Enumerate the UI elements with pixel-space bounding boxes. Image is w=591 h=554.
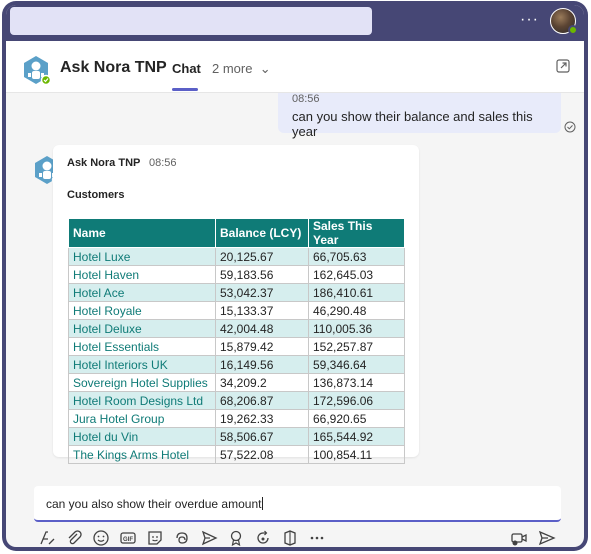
sales-cell: 186,410.61 — [308, 283, 405, 302]
table-row: Hotel Deluxe 42,004.48 110,005.36 — [68, 319, 405, 338]
compose-toolbar: GIF — [6, 525, 584, 547]
send-icon[interactable] — [538, 529, 556, 547]
more-icon[interactable] — [308, 529, 326, 547]
balance-cell: 58,506.67 — [215, 427, 309, 446]
column-header: Sales This Year — [308, 218, 405, 248]
sales-cell: 46,290.48 — [308, 301, 405, 320]
bot-message-card: Ask Nora TNP 08:56 Customers Name Balanc… — [53, 145, 419, 464]
balance-cell: 15,133.37 — [215, 301, 309, 320]
popout-icon[interactable] — [556, 59, 570, 73]
table-row: Hotel Essentials 15,879.42 152,257.87 — [68, 337, 405, 356]
chat-title: Ask Nora TNP — [60, 59, 167, 76]
balance-cell: 59,183.56 — [215, 265, 309, 284]
balance-cell: 68,206.87 — [215, 391, 309, 410]
loop-icon[interactable] — [173, 529, 191, 547]
compose-box[interactable]: can you also show their overdue amount — [34, 486, 561, 522]
search-input[interactable] — [10, 7, 372, 35]
customer-name-cell: Hotel Luxe — [68, 247, 216, 266]
video-icon[interactable] — [510, 529, 528, 547]
sales-cell: 152,257.87 — [308, 337, 405, 356]
sales-cell: 100,854.11 — [308, 445, 405, 464]
gif-icon[interactable]: GIF — [119, 529, 137, 547]
sales-cell: 172,596.06 — [308, 391, 405, 410]
sales-cell: 162,645.03 — [308, 265, 405, 284]
table-row: Hotel Royale 15,133.37 46,290.48 — [68, 301, 405, 320]
tab-more-dropdown[interactable]: 2 more ⌄ — [212, 61, 271, 77]
apps-icon[interactable] — [281, 529, 299, 547]
column-header: Balance (LCY) — [215, 218, 309, 248]
message-timestamp: 08:56 — [149, 157, 177, 169]
refresh-icon[interactable] — [254, 529, 272, 547]
bot-avatar-icon — [24, 56, 51, 85]
table-row: The Kings Arms Hotel 57,522.08 100,854.1… — [68, 445, 405, 464]
customer-name-cell: The Kings Arms Hotel — [68, 445, 216, 464]
tab-chat[interactable]: Chat — [172, 61, 201, 76]
presence-available-icon — [568, 25, 578, 35]
sales-cell: 66,705.63 — [308, 247, 405, 266]
user-message-bubble: 08:56 can you show their balance and sal… — [278, 93, 561, 139]
compose-input[interactable]: can you also show their overdue amount — [46, 497, 264, 511]
message-text: can you show their balance and sales thi… — [292, 109, 533, 139]
read-receipt-icon — [564, 121, 576, 133]
customer-name-cell: Hotel Deluxe — [68, 319, 216, 338]
customer-name-cell: Hotel Ace — [68, 283, 216, 302]
chat-header: Ask Nora TNP Chat 2 more ⌄ — [6, 41, 584, 93]
balance-cell: 57,522.08 — [215, 445, 309, 464]
app-frame: ··· Ask Nora TNP Chat 2 more ⌄ 08:56 can… — [2, 1, 588, 551]
customer-name-cell: Hotel Essentials — [68, 337, 216, 356]
table-row: Hotel du Vin 58,506.67 165,544.92 — [68, 427, 405, 446]
balance-cell: 15,879.42 — [215, 337, 309, 356]
sales-cell: 136,873.14 — [308, 373, 405, 392]
customer-name-cell: Hotel Royale — [68, 301, 216, 320]
table-row: Hotel Luxe 20,125.67 66,705.63 — [68, 247, 405, 266]
customers-table: Name Balance (LCY) Sales This Year Hotel… — [68, 218, 405, 464]
compose-input-text: can you also show their overdue amount — [46, 497, 262, 511]
sales-cell: 165,544.92 — [308, 427, 405, 446]
attach-icon[interactable] — [65, 529, 83, 547]
sender-name: Ask Nora TNP — [67, 157, 141, 169]
sales-cell: 110,005.36 — [308, 319, 405, 338]
sales-cell: 59,346.64 — [308, 355, 405, 374]
chevron-down-icon: ⌄ — [256, 61, 271, 76]
praise-icon[interactable] — [227, 529, 245, 547]
balance-cell: 34,209.2 — [215, 373, 309, 392]
sales-cell: 66,920.65 — [308, 409, 405, 428]
balance-cell: 42,004.48 — [215, 319, 309, 338]
teams-window: ··· Ask Nora TNP Chat 2 more ⌄ 08:56 can… — [6, 5, 584, 547]
balance-cell: 20,125.67 — [215, 247, 309, 266]
customer-name-cell: Hotel Room Designs Ltd — [68, 391, 216, 410]
column-header: Name — [68, 218, 216, 248]
schedule-send-icon[interactable] — [200, 529, 218, 547]
card-heading: Customers — [67, 189, 125, 201]
balance-cell: 53,042.37 — [215, 283, 309, 302]
customer-name-cell: Jura Hotel Group — [68, 409, 216, 428]
customer-name-cell: Hotel du Vin — [68, 427, 216, 446]
table-row: Hotel Room Designs Ltd 68,206.87 172,596… — [68, 391, 405, 410]
customer-name-cell: Hotel Interiors UK — [68, 355, 216, 374]
customer-name-cell: Hotel Haven — [68, 265, 216, 284]
table-header-row: Name Balance (LCY) Sales This Year — [68, 218, 405, 248]
table-row: Hotel Haven 59,183.56 162,645.03 — [68, 265, 405, 284]
sticker-icon[interactable] — [146, 529, 164, 547]
tab-more-label: 2 more — [212, 61, 253, 76]
table-row: Jura Hotel Group 19,262.33 66,920.65 — [68, 409, 405, 428]
top-bar: ··· — [6, 5, 584, 41]
table-row: Hotel Interiors UK 16,149.56 59,346.64 — [68, 355, 405, 374]
customer-name-cell: Sovereign Hotel Supplies — [68, 373, 216, 392]
text-caret — [262, 497, 264, 510]
balance-cell: 19,262.33 — [215, 409, 309, 428]
table-row: Sovereign Hotel Supplies 34,209.2 136,87… — [68, 373, 405, 392]
emoji-icon[interactable] — [92, 529, 110, 547]
table-row: Hotel Ace 53,042.37 186,410.61 — [68, 283, 405, 302]
balance-cell: 16,149.56 — [215, 355, 309, 374]
svg-text:GIF: GIF — [123, 537, 133, 543]
more-options-button[interactable]: ··· — [520, 11, 539, 29]
format-icon[interactable] — [38, 529, 56, 547]
message-timestamp: 08:56 — [292, 93, 320, 105]
active-tab-indicator — [172, 88, 198, 91]
